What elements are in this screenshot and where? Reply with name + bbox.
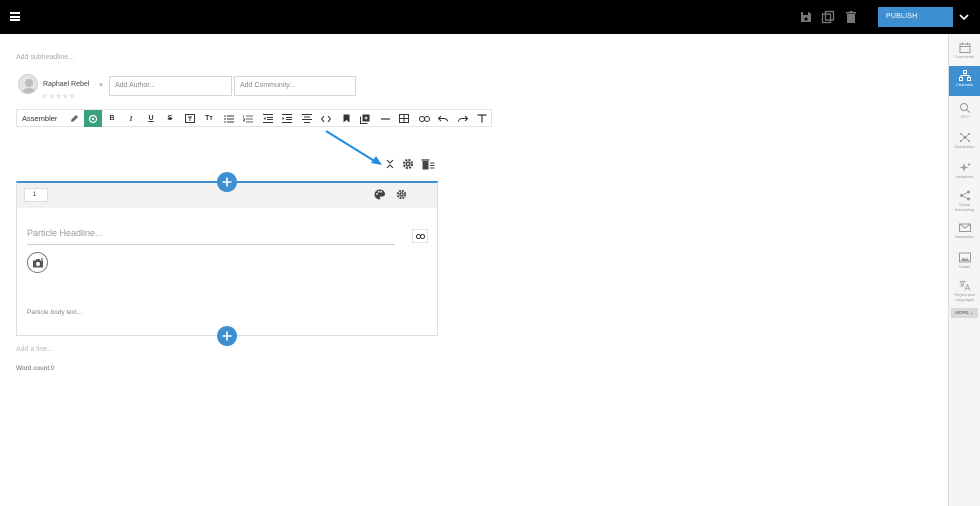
menu-icon[interactable] [10,12,20,21]
sidebar-item-social-scheduling[interactable]: Social Scheduling [949,186,980,216]
sidebar-item-label: Newsletter [955,234,974,239]
sparkle-icon [959,162,971,172]
particle-block: 1 Particle Headline... Particle body tex… [16,181,438,336]
add-community-input[interactable]: Add Community... [234,76,356,96]
sidebar-item-channels[interactable]: Channels [949,66,980,96]
clear-format-icon[interactable] [473,110,491,127]
add-line-input[interactable]: Add a line... [16,346,53,353]
sidebar-item-comments[interactable]: Comments [949,38,980,68]
sidebar-item-label: Teaser [958,264,971,269]
publish-button[interactable]: PUBLISH [878,7,953,27]
sidebar-item-headlines[interactable]: Headlines [949,158,980,188]
undo-icon[interactable] [434,110,452,127]
chevron-down-icon[interactable] [955,7,973,27]
particle-body-input[interactable]: Particle body text... [27,309,82,316]
textbox-icon[interactable] [181,110,199,127]
code-icon[interactable] [317,110,335,127]
more-button[interactable]: MORE ⌄ [951,308,978,318]
horizontal-rule-icon[interactable] [376,110,394,127]
particle-settings-icon[interactable] [396,189,407,200]
author-name: Raphael Rebel [43,81,90,88]
bookmark-icon[interactable] [337,110,355,127]
plus-icon [222,177,232,187]
sidebar-item-label: Distribution [954,144,975,149]
sidebar-item-distribution[interactable]: Distribution [949,128,980,158]
channels-icon [958,70,971,81]
sidebar-item-label: Channels [956,82,973,87]
duplicate-icon[interactable] [821,10,835,24]
headline-link-button[interactable] [412,229,428,243]
palette-icon[interactable] [374,189,385,200]
gear-icon[interactable] [402,158,414,170]
align-icon[interactable] [298,110,316,127]
pencil-icon[interactable] [65,110,83,127]
bullet-list-icon[interactable] [220,110,238,127]
sidebar-item-seo[interactable]: SEO [949,98,980,128]
sidebar-item-label: SEO [960,114,969,119]
italic-icon[interactable]: I [122,110,140,127]
add-block-above-button[interactable] [217,172,237,192]
sidebar-item-newsletter[interactable]: Newsletter [949,218,980,248]
translate-icon [959,280,970,291]
sidebar-item-teaser[interactable]: Teaser [949,248,980,278]
indent-icon[interactable] [278,110,296,127]
save-icon[interactable] [799,10,813,24]
assembler-label: Assembler [22,114,58,123]
particle-headline-input[interactable]: Particle Headline... [27,228,395,245]
add-block-below-button[interactable] [217,326,237,346]
avatar [18,74,38,94]
remove-author-button[interactable]: × [99,82,103,89]
sidebar-item-label: Comments [954,54,975,59]
delete-block-icon[interactable] [421,158,435,170]
assembler-toggle-icon[interactable] [84,110,102,127]
outdent-icon[interactable] [259,110,277,127]
embed-icon[interactable] [356,110,374,127]
link-icon [415,233,425,239]
top-bar: PUBLISH [0,0,980,34]
plus-icon [222,331,232,341]
seo-icon [959,103,970,113]
bold-icon[interactable]: B [103,110,121,127]
annotation-arrow [325,130,382,165]
mail-icon [958,223,971,232]
camera-icon [32,257,43,267]
table-icon[interactable] [395,110,413,127]
distribution-icon [959,133,970,142]
strikethrough-icon[interactable]: S [161,110,179,127]
collapse-icon[interactable] [384,158,396,170]
link-icon[interactable] [415,110,433,127]
particle-number-input[interactable]: 1 [24,188,48,202]
right-sidebar: Comments Channels SEO Distribution Headl… [948,34,980,506]
redo-icon[interactable] [454,110,472,127]
sidebar-item-label: Headlines [955,174,974,179]
format-toolbar: Assembler B I U S Tт [16,109,492,127]
image-icon [958,252,971,263]
add-image-button[interactable] [27,252,48,273]
sidebar-item-label: Region and Languages [954,292,975,302]
subheadline-input[interactable]: Add subheadline... [16,54,74,61]
sidebar-item-region-languages[interactable]: Region and Languages [949,276,980,308]
add-author-input[interactable]: Add Author... [109,76,232,96]
calendar-icon [959,42,970,53]
delete-icon[interactable] [844,10,858,24]
author-rating[interactable]: ☆☆☆☆☆ [42,93,76,100]
underline-icon[interactable]: U [142,110,160,127]
text-size-icon[interactable]: Tт [200,110,218,127]
share-icon [959,190,970,201]
word-count: Word count:0 [16,365,55,372]
sidebar-item-label: Social Scheduling [954,202,975,212]
numbered-list-icon[interactable] [239,110,257,127]
